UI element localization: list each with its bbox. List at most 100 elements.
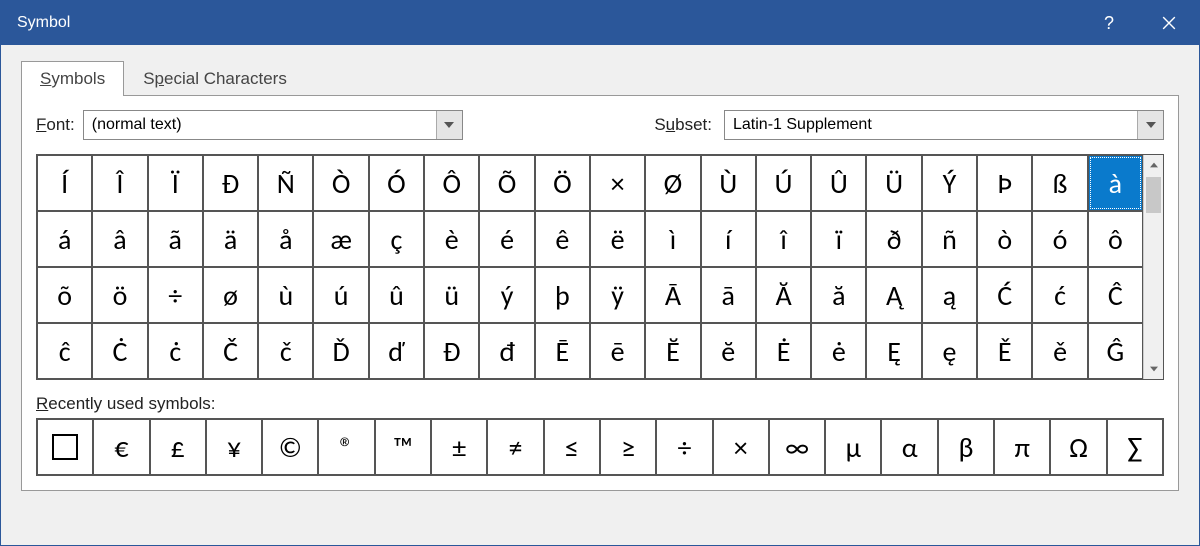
recent-symbol-cell[interactable]: ©: [262, 419, 318, 475]
symbol-cell[interactable]: Ć: [977, 267, 1032, 323]
symbol-cell[interactable]: Õ: [479, 155, 534, 211]
symbol-cell[interactable]: ě: [1032, 323, 1087, 379]
symbol-cell[interactable]: Ă: [756, 267, 811, 323]
symbol-cell[interactable]: Ą: [866, 267, 921, 323]
symbol-cell[interactable]: Č: [203, 323, 258, 379]
symbol-cell[interactable]: è: [424, 211, 479, 267]
symbol-cell[interactable]: þ: [535, 267, 590, 323]
scroll-down-button[interactable]: [1144, 359, 1163, 379]
symbol-cell[interactable]: đ: [479, 323, 534, 379]
symbol-cell[interactable]: ę: [922, 323, 977, 379]
symbol-cell[interactable]: ć: [1032, 267, 1087, 323]
symbol-cell[interactable]: æ: [313, 211, 368, 267]
symbol-cell[interactable]: Ñ: [258, 155, 313, 211]
symbol-cell[interactable]: Ó: [369, 155, 424, 211]
symbol-cell[interactable]: ý: [479, 267, 534, 323]
symbol-cell[interactable]: ÿ: [590, 267, 645, 323]
symbol-cell[interactable]: Ĕ: [645, 323, 700, 379]
symbol-cell[interactable]: û: [369, 267, 424, 323]
symbol-cell[interactable]: ċ: [148, 323, 203, 379]
symbol-cell[interactable]: ï: [811, 211, 866, 267]
symbol-cell[interactable]: ì: [645, 211, 700, 267]
symbol-cell[interactable]: ù: [258, 267, 313, 323]
recent-symbol-cell[interactable]: ∑: [1107, 419, 1163, 475]
recent-symbol-cell[interactable]: ™: [375, 419, 431, 475]
recent-symbol-cell[interactable]: ®: [318, 419, 374, 475]
symbol-cell[interactable]: á: [37, 211, 92, 267]
symbol-cell[interactable]: Ï: [148, 155, 203, 211]
symbol-cell[interactable]: ÷: [148, 267, 203, 323]
symbol-cell[interactable]: ß: [1032, 155, 1087, 211]
tab-special-characters[interactable]: Special Characters: [124, 61, 306, 96]
symbol-cell[interactable]: Ø: [645, 155, 700, 211]
recent-symbol-cell[interactable]: [37, 419, 93, 475]
help-button[interactable]: ?: [1079, 1, 1139, 45]
symbol-cell[interactable]: ä: [203, 211, 258, 267]
recent-symbol-cell[interactable]: €: [93, 419, 149, 475]
symbol-cell[interactable]: Ċ: [92, 323, 147, 379]
symbol-cell[interactable]: õ: [37, 267, 92, 323]
font-combobox[interactable]: [83, 110, 463, 140]
symbol-cell[interactable]: ö: [92, 267, 147, 323]
symbol-cell[interactable]: Ĉ: [1088, 267, 1143, 323]
symbol-cell[interactable]: ā: [701, 267, 756, 323]
symbol-cell[interactable]: Ü: [866, 155, 921, 211]
grid-scrollbar[interactable]: [1143, 155, 1163, 379]
recent-symbol-cell[interactable]: ∞: [769, 419, 825, 475]
symbol-cell[interactable]: Þ: [977, 155, 1032, 211]
symbol-cell[interactable]: ñ: [922, 211, 977, 267]
symbol-cell[interactable]: Ę: [866, 323, 921, 379]
recent-symbol-cell[interactable]: ≠: [487, 419, 543, 475]
symbol-cell[interactable]: ü: [424, 267, 479, 323]
symbol-cell[interactable]: Ė: [756, 323, 811, 379]
symbol-cell[interactable]: ė: [811, 323, 866, 379]
recent-symbol-cell[interactable]: ¥: [206, 419, 262, 475]
recent-symbol-cell[interactable]: £: [150, 419, 206, 475]
symbol-cell[interactable]: ×: [590, 155, 645, 211]
subset-combobox[interactable]: [724, 110, 1164, 140]
recent-symbol-cell[interactable]: µ: [825, 419, 881, 475]
recent-symbol-cell[interactable]: β: [938, 419, 994, 475]
recent-symbol-cell[interactable]: ×: [713, 419, 769, 475]
symbol-cell[interactable]: ê: [535, 211, 590, 267]
symbol-cell[interactable]: č: [258, 323, 313, 379]
symbol-cell[interactable]: Ě: [977, 323, 1032, 379]
symbol-cell[interactable]: ò: [977, 211, 1032, 267]
symbol-cell[interactable]: ď: [369, 323, 424, 379]
symbol-cell[interactable]: Ý: [922, 155, 977, 211]
recent-symbol-cell[interactable]: ÷: [656, 419, 712, 475]
symbol-cell[interactable]: ĕ: [701, 323, 756, 379]
recent-symbol-cell[interactable]: π: [994, 419, 1050, 475]
symbol-cell[interactable]: ē: [590, 323, 645, 379]
symbol-cell[interactable]: Ö: [535, 155, 590, 211]
symbol-cell[interactable]: Ē: [535, 323, 590, 379]
symbol-cell[interactable]: ą: [922, 267, 977, 323]
symbol-cell[interactable]: å: [258, 211, 313, 267]
symbol-cell[interactable]: ĉ: [37, 323, 92, 379]
symbol-cell[interactable]: ó: [1032, 211, 1087, 267]
symbol-cell[interactable]: Ô: [424, 155, 479, 211]
font-input[interactable]: [84, 111, 436, 139]
symbol-cell[interactable]: Ò: [313, 155, 368, 211]
recent-symbol-cell[interactable]: α: [881, 419, 937, 475]
symbol-cell[interactable]: í: [701, 211, 756, 267]
subset-dropdown-button[interactable]: [1137, 111, 1163, 139]
symbol-cell[interactable]: Ā: [645, 267, 700, 323]
recent-symbol-cell[interactable]: ±: [431, 419, 487, 475]
recent-symbol-cell[interactable]: ≤: [544, 419, 600, 475]
symbol-cell[interactable]: ú: [313, 267, 368, 323]
symbol-cell[interactable]: Đ: [203, 155, 258, 211]
symbol-cell[interactable]: Ù: [701, 155, 756, 211]
recent-symbol-cell[interactable]: ≥: [600, 419, 656, 475]
symbol-cell[interactable]: â: [92, 211, 147, 267]
close-button[interactable]: [1139, 1, 1199, 45]
symbol-cell[interactable]: ø: [203, 267, 258, 323]
scroll-thumb[interactable]: [1146, 177, 1161, 213]
scroll-track[interactable]: [1144, 175, 1163, 359]
symbol-cell[interactable]: Î: [92, 155, 147, 211]
symbol-cell[interactable]: ç: [369, 211, 424, 267]
font-dropdown-button[interactable]: [436, 111, 462, 139]
tab-symbols[interactable]: Symbols: [21, 61, 124, 96]
symbol-cell[interactable]: Í: [37, 155, 92, 211]
symbol-cell[interactable]: ô: [1088, 211, 1143, 267]
